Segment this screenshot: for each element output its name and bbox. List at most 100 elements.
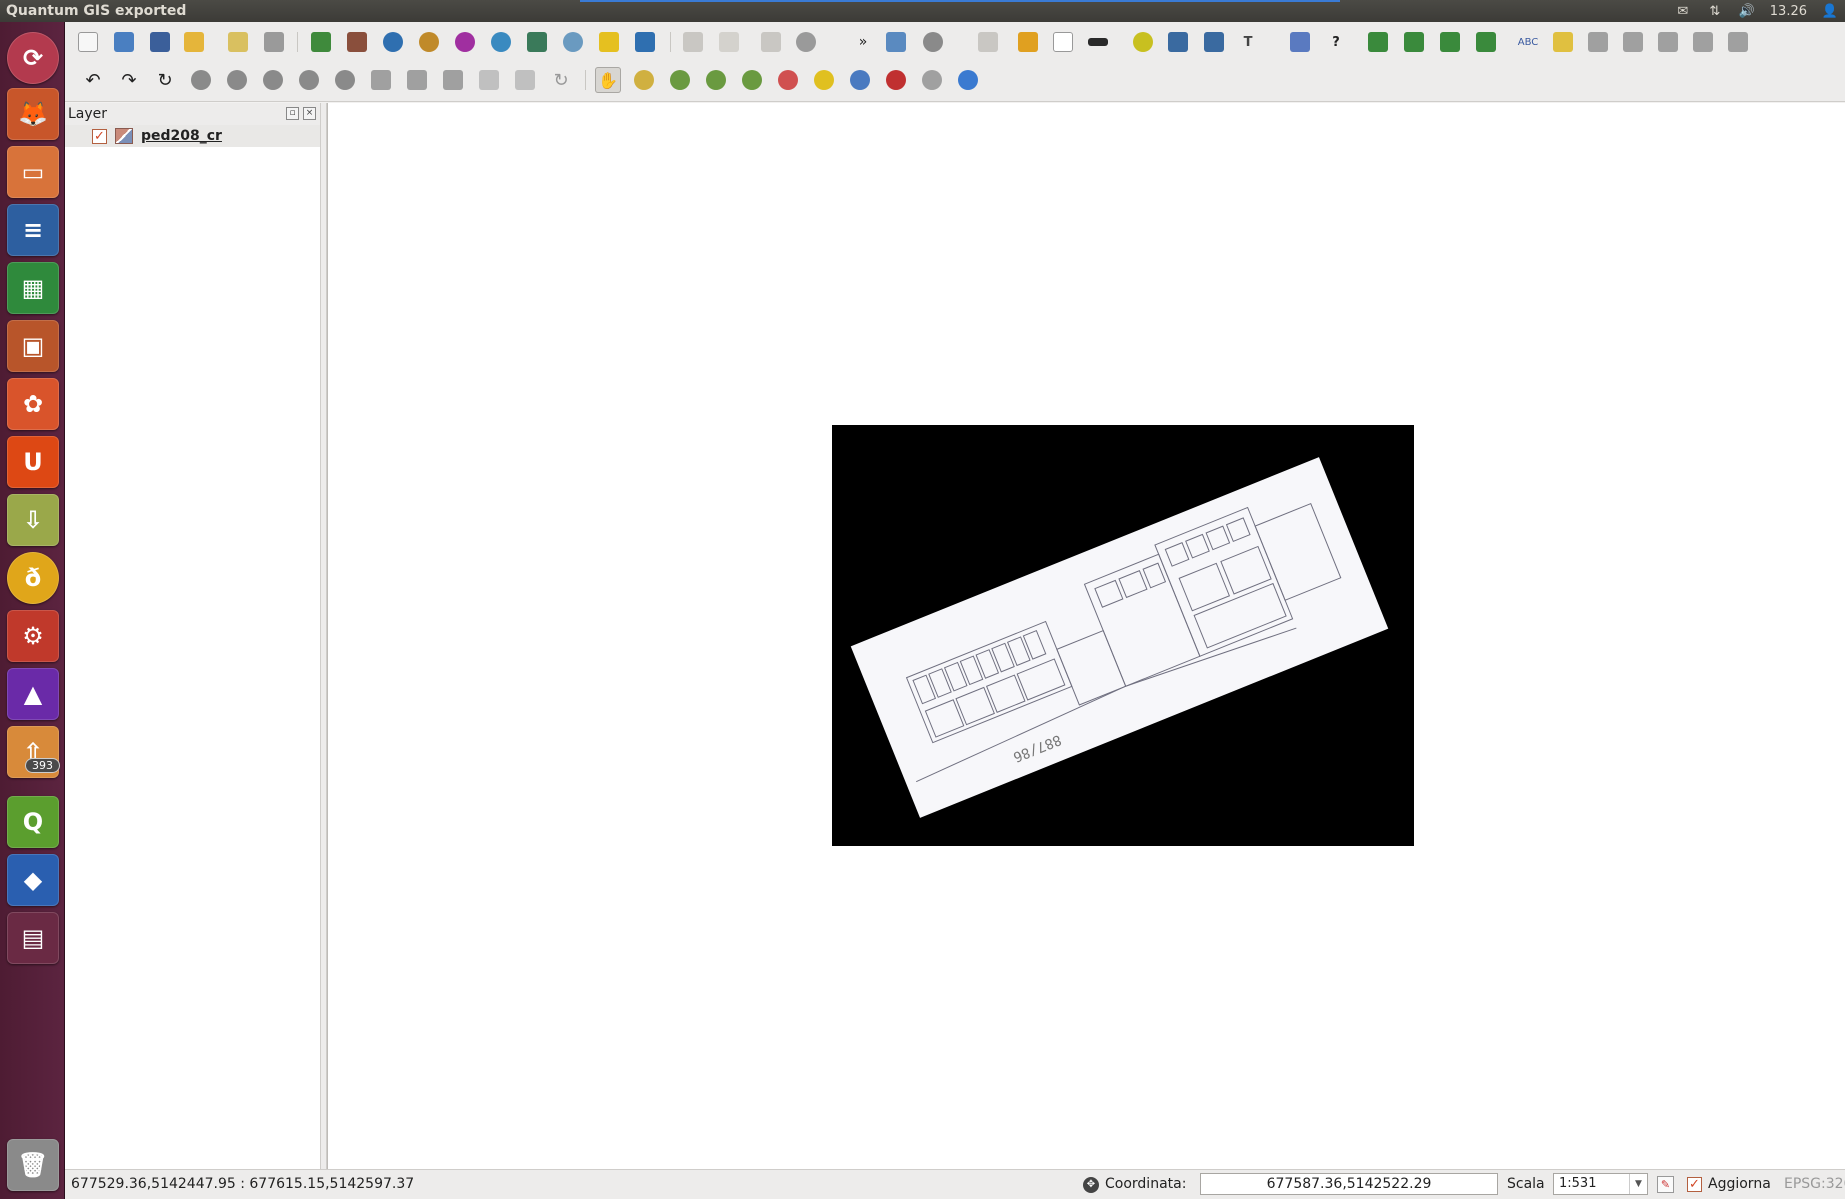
coordinate-toggle-icon[interactable]: ✥ bbox=[1083, 1177, 1099, 1193]
close-panel-icon[interactable]: × bbox=[303, 107, 316, 120]
merge-selected-icon[interactable] bbox=[476, 67, 502, 93]
map-tips-icon[interactable] bbox=[1130, 29, 1156, 55]
map-refresh-icon[interactable] bbox=[955, 67, 981, 93]
select-features-icon[interactable] bbox=[975, 29, 1001, 55]
python-icon[interactable] bbox=[1287, 29, 1313, 55]
network-icon[interactable]: ⇅ bbox=[1706, 4, 1724, 19]
save-project-icon[interactable] bbox=[147, 29, 173, 55]
trash-icon[interactable]: 🗑 bbox=[7, 1139, 59, 1191]
download-folder-icon[interactable]: ⇩ bbox=[7, 494, 59, 546]
app-purple-icon[interactable]: ▲ bbox=[7, 668, 59, 720]
software-center-icon[interactable]: ✿ bbox=[7, 378, 59, 430]
chevron-down-icon[interactable]: ▼ bbox=[1629, 1174, 1647, 1194]
firefox-icon[interactable]: 🦊 bbox=[7, 88, 59, 140]
app-blue-icon[interactable]: ◆ bbox=[7, 854, 59, 906]
show-bookmarks-icon[interactable] bbox=[1201, 29, 1227, 55]
print-icon[interactable] bbox=[261, 29, 287, 55]
qgis-icon[interactable]: Q bbox=[7, 796, 59, 848]
redo-icon[interactable]: ↷ bbox=[116, 67, 142, 93]
more-tools-chevron-icon[interactable]: » bbox=[850, 29, 876, 55]
ubuntu-one-icon[interactable]: U bbox=[7, 436, 59, 488]
refresh-icon[interactable]: ↻ bbox=[152, 67, 178, 93]
volume-icon[interactable]: 🔊 bbox=[1738, 4, 1756, 19]
dash-home-icon[interactable]: ⟳ bbox=[7, 32, 59, 84]
open-project-icon[interactable] bbox=[111, 29, 137, 55]
add-postgis-layer-icon[interactable] bbox=[380, 29, 406, 55]
add-wfs-layer-icon[interactable] bbox=[560, 29, 586, 55]
add-mssql-layer-icon[interactable] bbox=[452, 29, 478, 55]
save-edits-icon[interactable] bbox=[758, 29, 784, 55]
user-icon[interactable]: 👤 bbox=[1821, 4, 1839, 19]
add-spatialite-layer-icon[interactable] bbox=[416, 29, 442, 55]
action-gear-icon[interactable] bbox=[920, 29, 946, 55]
print-composer-icon[interactable] bbox=[225, 29, 251, 55]
add-feature-icon[interactable] bbox=[793, 29, 819, 55]
calc-icon[interactable]: ▦ bbox=[7, 262, 59, 314]
attribute-table-icon[interactable] bbox=[1050, 29, 1076, 55]
map-canvas[interactable]: 887/86 bbox=[327, 103, 1845, 1169]
scale-dropdown[interactable]: 1:531 ▼ bbox=[1553, 1173, 1648, 1195]
pencil-icon[interactable] bbox=[716, 29, 742, 55]
files-icon[interactable]: ▭ bbox=[7, 146, 59, 198]
deselect-icon[interactable] bbox=[1015, 29, 1041, 55]
rotate-symbols-icon[interactable]: ↻ bbox=[548, 67, 574, 93]
zoom-in-icon[interactable] bbox=[667, 67, 693, 93]
system-settings-icon[interactable]: ⚙ bbox=[7, 610, 59, 662]
stop-rendering-icon[interactable]: ✎ bbox=[1657, 1176, 1674, 1193]
measure-line-icon[interactable] bbox=[1085, 29, 1111, 55]
new-bookmark-icon[interactable] bbox=[1165, 29, 1191, 55]
layer-visibility-checkbox[interactable]: ✓ bbox=[92, 128, 107, 144]
delete-ring-icon[interactable] bbox=[296, 67, 322, 93]
stretch-histogram-icon[interactable] bbox=[1401, 29, 1427, 55]
rotate-label-icon[interactable] bbox=[1690, 29, 1716, 55]
add-wcs-layer-icon[interactable] bbox=[524, 29, 550, 55]
histogram-icon[interactable] bbox=[1365, 29, 1391, 55]
float-panel-icon[interactable]: ▫ bbox=[286, 107, 299, 120]
zoom-full-icon[interactable] bbox=[775, 67, 801, 93]
add-part-icon[interactable] bbox=[224, 67, 250, 93]
new-project-icon[interactable] bbox=[75, 29, 101, 55]
new-shapefile-icon[interactable] bbox=[596, 29, 622, 55]
zoom-out-icon[interactable] bbox=[703, 67, 729, 93]
coordinate-field[interactable] bbox=[1200, 1173, 1498, 1195]
clock[interactable]: 13.26 bbox=[1770, 4, 1807, 19]
move-label-icon[interactable] bbox=[1655, 29, 1681, 55]
zoom-actual-size-icon[interactable] bbox=[739, 67, 765, 93]
zoom-to-selection-icon[interactable] bbox=[811, 67, 837, 93]
local-histogram-icon[interactable] bbox=[1437, 29, 1463, 55]
toggle-editing-icon[interactable] bbox=[680, 29, 706, 55]
whats-this-help-icon[interactable]: ? bbox=[1323, 29, 1349, 55]
undo-icon[interactable]: ↶ bbox=[80, 67, 106, 93]
zoom-next-icon[interactable] bbox=[919, 67, 945, 93]
label-style-icon[interactable] bbox=[1550, 29, 1576, 55]
reshape-icon[interactable] bbox=[368, 67, 394, 93]
merge-attributes-icon[interactable] bbox=[512, 67, 538, 93]
remove-layer-icon[interactable] bbox=[632, 29, 658, 55]
add-vector-layer-icon[interactable] bbox=[308, 29, 334, 55]
fill-ring-icon[interactable] bbox=[260, 67, 286, 93]
add-raster-layer-icon[interactable] bbox=[344, 29, 370, 55]
save-as-icon[interactable] bbox=[181, 29, 207, 55]
add-ring-icon[interactable] bbox=[188, 67, 214, 93]
layer-item[interactable]: ✓ ped208_cr bbox=[65, 125, 320, 147]
pin-labels-icon[interactable] bbox=[1585, 29, 1611, 55]
change-label-icon[interactable] bbox=[1725, 29, 1751, 55]
workspace-switcher-icon[interactable]: ▤ bbox=[7, 912, 59, 964]
add-wms-layer-icon[interactable] bbox=[488, 29, 514, 55]
zoom-to-layer-icon[interactable] bbox=[847, 67, 873, 93]
full-histogram-icon[interactable] bbox=[1473, 29, 1499, 55]
writer-icon[interactable]: ≡ bbox=[7, 204, 59, 256]
delete-part-icon[interactable] bbox=[332, 67, 358, 93]
show-hide-labels-icon[interactable] bbox=[1620, 29, 1646, 55]
offset-curve-icon[interactable] bbox=[404, 67, 430, 93]
zoom-last-icon[interactable] bbox=[883, 67, 909, 93]
impress-icon[interactable]: ▣ bbox=[7, 320, 59, 372]
pan-to-selection-icon[interactable] bbox=[631, 67, 657, 93]
layer-name[interactable]: ped208_cr bbox=[141, 128, 222, 144]
split-features-icon[interactable] bbox=[440, 67, 466, 93]
pan-map-hand-icon[interactable]: ✋ bbox=[595, 67, 621, 93]
mail-icon[interactable]: ✉ bbox=[1674, 4, 1692, 19]
crs-status-button[interactable]: EPSG:326 bbox=[1784, 1176, 1845, 1192]
identify-icon[interactable] bbox=[883, 29, 909, 55]
render-checkbox[interactable]: ✓ bbox=[1687, 1177, 1702, 1192]
